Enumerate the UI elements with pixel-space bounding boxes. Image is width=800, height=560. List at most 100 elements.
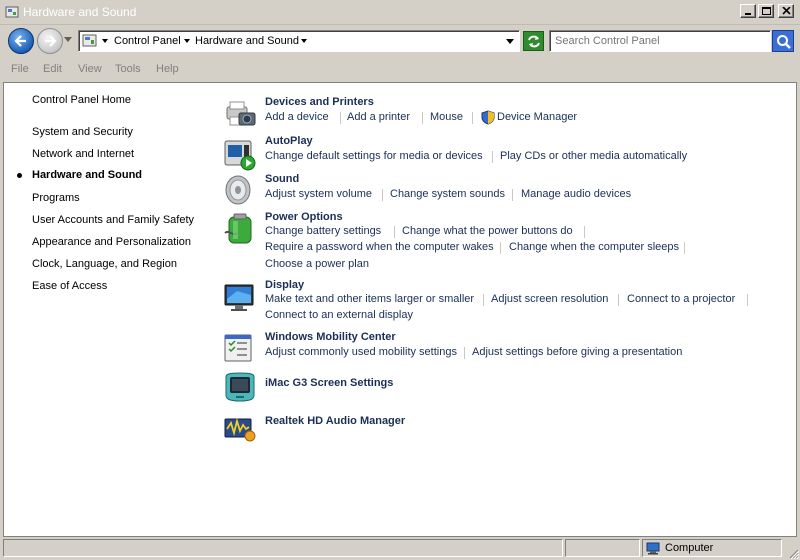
refresh-button[interactable]	[523, 31, 544, 51]
close-icon	[782, 7, 791, 15]
close-button[interactable]	[778, 4, 794, 18]
mouse-link[interactable]: Mouse	[430, 111, 463, 123]
change-power-buttons-link[interactable]: Change what the power buttons do	[402, 225, 573, 237]
monitor-icon[interactable]	[223, 281, 257, 315]
add-a-device-link[interactable]: Add a device	[265, 111, 329, 123]
task-separator	[464, 347, 465, 359]
sidebar-item-system-and-security[interactable]: System and Security	[32, 126, 133, 138]
sidebar-item-hardware-and-sound: Hardware and Sound	[32, 169, 143, 181]
mobility-center-icon[interactable]	[223, 331, 257, 365]
task-separator	[512, 189, 513, 201]
back-button[interactable]	[8, 28, 34, 54]
task-separator	[584, 226, 585, 238]
search-box[interactable]	[549, 30, 771, 52]
menu-bar: File Edit View Tools Help	[0, 60, 800, 80]
device-manager-link[interactable]: Device Manager	[497, 111, 577, 123]
change-default-media-settings-link[interactable]: Change default settings for media or dev…	[265, 150, 483, 162]
adjust-mobility-settings-link[interactable]: Adjust commonly used mobility settings	[265, 346, 457, 358]
breadcrumb-hardware-and-sound[interactable]: Hardware and Sound	[195, 35, 299, 47]
task-separator	[422, 112, 423, 124]
status-panel-secondary	[565, 539, 640, 557]
forward-button[interactable]	[37, 28, 63, 54]
address-dropdown-icon[interactable]	[506, 39, 514, 44]
battery-icon[interactable]	[223, 213, 257, 247]
sidebar-item-appearance[interactable]: Appearance and Personalization	[32, 236, 191, 248]
make-text-larger-link[interactable]: Make text and other items larger or smal…	[265, 293, 474, 305]
adjust-presentation-settings-link[interactable]: Adjust settings before giving a presenta…	[472, 346, 682, 358]
task-separator	[394, 226, 395, 238]
task-separator	[340, 112, 341, 124]
minimize-icon	[745, 13, 751, 15]
change-sleep-time-link[interactable]: Change when the computer sleeps	[509, 241, 679, 253]
menu-help[interactable]: Help	[156, 63, 179, 75]
menu-view[interactable]: View	[78, 63, 102, 75]
manage-audio-devices-link[interactable]: Manage audio devices	[521, 188, 631, 200]
devices-and-printers-title[interactable]: Devices and Printers	[265, 96, 374, 108]
resize-grip-icon[interactable]	[787, 547, 799, 559]
task-separator	[618, 294, 619, 306]
printer-camera-icon[interactable]	[223, 97, 257, 131]
search-input[interactable]	[555, 34, 765, 48]
sidebar-item-user-accounts[interactable]: User Accounts and Family Safety	[32, 214, 194, 226]
status-panel-location: Computer	[642, 539, 782, 557]
recent-pages-dropdown-icon[interactable]	[64, 37, 72, 43]
computer-icon	[646, 542, 660, 555]
control-panel-icon	[5, 6, 19, 18]
status-panel-main	[3, 539, 563, 557]
search-button[interactable]	[772, 30, 794, 52]
require-password-on-wake-link[interactable]: Require a password when the computer wak…	[265, 241, 494, 253]
sidebar-item-clock-language-region[interactable]: Clock, Language, and Region	[32, 258, 177, 270]
window-title: Hardware and Sound	[23, 5, 137, 19]
minimize-button[interactable]	[740, 4, 756, 18]
navigation-bar: Control Panel Hardware and Sound	[0, 25, 800, 57]
autoplay-icon[interactable]	[223, 137, 257, 171]
play-cds-automatically-link[interactable]: Play CDs or other media automatically	[500, 150, 687, 162]
sound-title[interactable]: Sound	[265, 173, 299, 185]
content-area: Control Panel Home System and Security N…	[3, 82, 797, 537]
breadcrumb-control-panel[interactable]: Control Panel	[114, 35, 181, 47]
menu-tools[interactable]: Tools	[115, 63, 141, 75]
address-bar[interactable]: Control Panel Hardware and Sound	[78, 30, 520, 52]
realtek-audio-icon[interactable]	[223, 411, 257, 445]
add-a-printer-link[interactable]: Add a printer	[347, 111, 410, 123]
imac-icon[interactable]	[223, 371, 257, 405]
realtek-hd-audio-manager-title[interactable]: Realtek HD Audio Manager	[265, 415, 405, 427]
task-separator	[492, 151, 493, 163]
chevron-down-icon[interactable]	[102, 39, 108, 43]
menu-edit[interactable]: Edit	[43, 63, 62, 75]
autoplay-title[interactable]: AutoPlay	[265, 135, 313, 147]
choose-power-plan-link[interactable]: Choose a power plan	[265, 258, 369, 270]
adjust-screen-resolution-link[interactable]: Adjust screen resolution	[491, 293, 608, 305]
task-separator	[382, 189, 383, 201]
menu-file[interactable]: File	[11, 63, 29, 75]
shield-icon	[481, 110, 495, 125]
connect-to-projector-link[interactable]: Connect to a projector	[627, 293, 735, 305]
change-system-sounds-link[interactable]: Change system sounds	[390, 188, 505, 200]
control-panel-home-link[interactable]: Control Panel Home	[32, 94, 131, 106]
sidebar-item-ease-of-access[interactable]: Ease of Access	[32, 280, 107, 292]
windows-mobility-center-title[interactable]: Windows Mobility Center	[265, 331, 396, 343]
sidebar-item-network-and-internet[interactable]: Network and Internet	[32, 148, 134, 160]
maximize-button[interactable]	[758, 4, 774, 18]
refresh-icon	[528, 35, 540, 48]
control-panel-icon	[82, 34, 97, 47]
task-separator	[483, 294, 484, 306]
power-options-title[interactable]: Power Options	[265, 211, 343, 223]
connect-external-display-link[interactable]: Connect to an external display	[265, 309, 413, 321]
forward-arrow-icon	[45, 35, 57, 47]
chevron-down-icon[interactable]	[184, 39, 190, 43]
chevron-down-icon[interactable]	[301, 39, 307, 43]
speaker-icon[interactable]	[223, 173, 257, 207]
title-bar: Hardware and Sound	[0, 0, 800, 25]
maximize-icon	[762, 7, 771, 15]
task-separator	[472, 112, 473, 124]
imac-g3-screen-settings-title[interactable]: iMac G3 Screen Settings	[265, 377, 393, 389]
change-battery-settings-link[interactable]: Change battery settings	[265, 225, 381, 237]
display-title[interactable]: Display	[265, 279, 304, 291]
status-location-text: Computer	[665, 542, 714, 554]
task-separator	[747, 294, 748, 306]
back-arrow-icon	[14, 35, 26, 47]
adjust-system-volume-link[interactable]: Adjust system volume	[265, 188, 372, 200]
sidebar-item-programs[interactable]: Programs	[32, 192, 80, 204]
search-icon	[777, 35, 791, 49]
